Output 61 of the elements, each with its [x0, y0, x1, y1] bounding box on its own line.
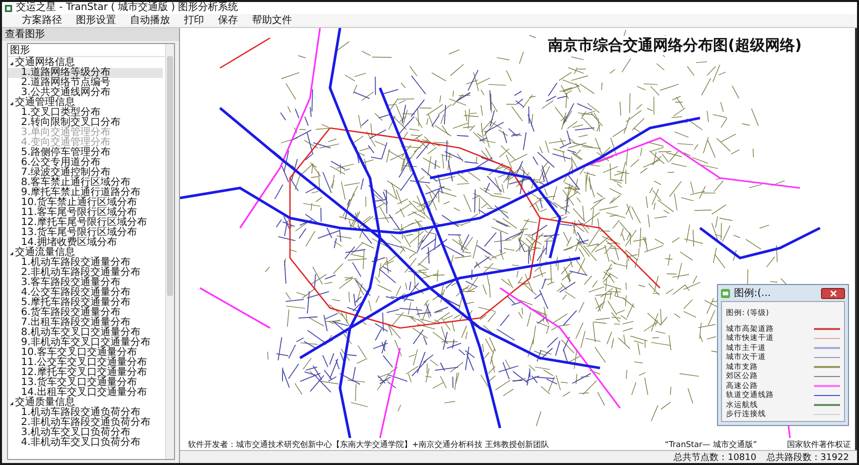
tree-item[interactable]: 12.摩托车交叉口交通量分布: [8, 368, 163, 378]
tree-group-label[interactable]: 交通质量信息: [15, 398, 75, 408]
tree-item[interactable]: 9.摩托车禁止通行道路分布: [8, 188, 163, 198]
legend-window-icon: [721, 288, 730, 298]
tree-item[interactable]: 1.道路网络等级分布: [8, 68, 163, 78]
tree-item[interactable]: 12.摩托车尾号限行区域分布: [8, 218, 163, 228]
product-name: “TranStar— 城市交通版”: [664, 438, 757, 450]
tree-item[interactable]: 13.货车尾号限行区域分布: [8, 228, 163, 238]
legend-window-title: 图例:(...: [734, 287, 772, 300]
tree-group-label[interactable]: 交通管理信息: [15, 98, 75, 108]
expanded-triangle-icon[interactable]: [9, 60, 14, 66]
tree-item[interactable]: 5.摩托车路段交通量分布: [8, 298, 163, 308]
tree-item[interactable]: 11.公交车交叉口交通量分布: [8, 358, 163, 368]
tree-item[interactable]: 8.客车禁止通行区域分布: [8, 178, 163, 188]
tree-item[interactable]: 2.转向限制交叉口分布: [8, 118, 163, 128]
menu-item[interactable]: 自动播放: [130, 14, 170, 26]
tree-item[interactable]: 2.非机动车路段交通负荷分布: [8, 418, 163, 428]
tree-item[interactable]: 13.货车交叉口交通量分布: [8, 378, 163, 388]
close-button[interactable]: [821, 288, 845, 298]
tree-item[interactable]: 2.道路网络节点编号: [8, 78, 163, 88]
tree-item[interactable]: 10.货车禁止通行区域分布: [8, 198, 163, 208]
tree-item[interactable]: 2.非机动车路段交通量分布: [8, 268, 163, 278]
tree-item[interactable]: 11.客车尾号限行区域分布: [8, 208, 163, 218]
expanded-triangle-icon[interactable]: [9, 400, 14, 406]
tree-item[interactable]: 6.公交专用道分布: [8, 158, 163, 168]
tree-group-label[interactable]: 交通网络信息: [15, 58, 75, 68]
developer-credit: 软件开发者：城市交通技术研究创新中心【东南大学交通学院】+南京交通分析科技 王炜教授创新团队: [188, 438, 550, 450]
close-icon: [830, 290, 836, 296]
tree-item[interactable]: 14.出租车交叉口交通量分布: [8, 388, 163, 398]
tree-item[interactable]: 1.机动车路段交通量分布: [8, 258, 163, 268]
tree-item[interactable]: 7.绿波交通控制分布: [8, 168, 163, 178]
tree-item[interactable]: 3.公共交通线网分布: [8, 88, 163, 98]
tree-item[interactable]: 1.交叉口类型分布: [8, 108, 163, 118]
tree-item[interactable]: 8.机动车交叉口交通量分布: [8, 328, 163, 338]
status-text: 总共节点数：10810: [674, 452, 756, 463]
tree-item[interactable]: 6.货车路段交通量分布: [8, 308, 163, 318]
menu-item[interactable]: 保存: [218, 14, 238, 26]
expanded-triangle-icon[interactable]: [9, 250, 14, 256]
panel-title: 查看图形: [2, 28, 179, 41]
tree-item[interactable]: 14.拥堵收费区域分布: [8, 238, 163, 248]
status-text: 总共路段数：31922: [766, 452, 849, 463]
scrollbar-thumb[interactable]: [167, 56, 173, 296]
menu-item[interactable]: 帮助文件: [252, 14, 292, 26]
menu-item[interactable]: 打印: [184, 14, 204, 26]
copyright-note: 国家软件著作权证: [787, 438, 851, 450]
tree-item[interactable]: 1.机动车路段交通负荷分布: [8, 408, 163, 418]
tree-item[interactable]: 3.客车路段交通量分布: [8, 278, 163, 288]
scrollbar[interactable]: [165, 44, 174, 459]
tree-item[interactable]: 5.路侧停车管理分布: [8, 148, 163, 158]
map-title: 南京市综合交通网络分布图(超级网络): [548, 36, 802, 55]
tree-item[interactable]: 4.非机动车交叉口负荷分布: [8, 438, 163, 448]
tree-item[interactable]: 9.非机动车交叉口交通量分布: [8, 338, 163, 348]
tree-header: 图形: [8, 46, 165, 57]
tree-item[interactable]: 10.客车交叉口交通量分布: [8, 348, 163, 358]
tree-item[interactable]: 3.机动车交叉口负荷分布: [8, 428, 163, 438]
expanded-triangle-icon[interactable]: [9, 100, 14, 106]
menu-item[interactable]: 方案路径: [22, 14, 62, 26]
tree-group-label[interactable]: 交通流量信息: [15, 248, 75, 258]
tree-item[interactable]: 4.公交车路段交通量分布: [8, 288, 163, 298]
menu-item[interactable]: 图形设置: [76, 14, 116, 26]
tree-item[interactable]: 7.出租车路段交通量分布: [8, 318, 163, 328]
